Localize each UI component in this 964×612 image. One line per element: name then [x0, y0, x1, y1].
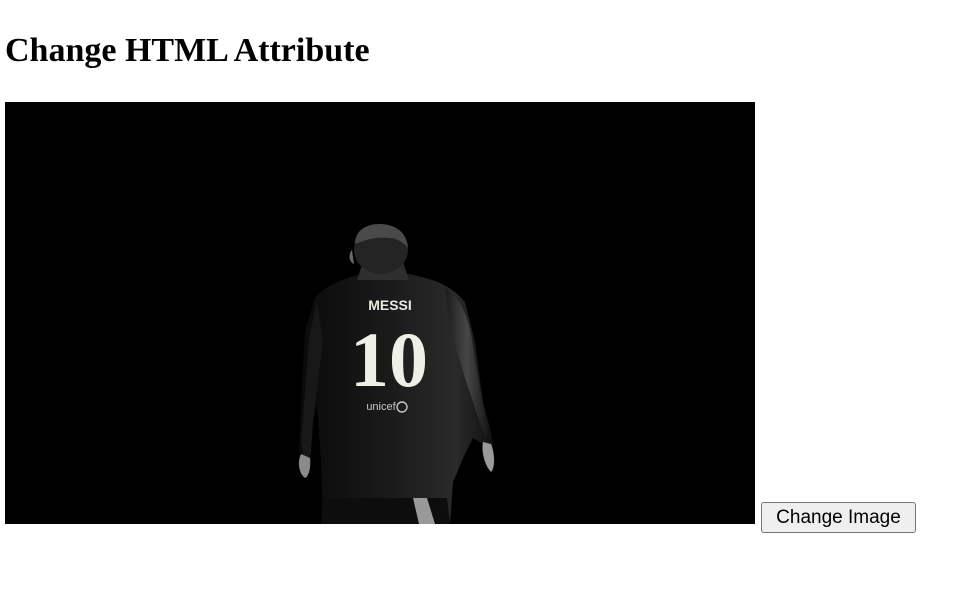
jersey-number: 10: [350, 316, 428, 403]
page: Change HTML Attribute MESSI 10 unicef Ch…: [0, 0, 964, 612]
player-image: MESSI 10 unicef: [5, 102, 755, 524]
jersey-sponsor: unicef: [366, 401, 396, 413]
jersey-name: MESSI: [368, 297, 412, 313]
player-photo-graphic: MESSI 10 unicef: [5, 102, 755, 524]
change-image-button[interactable]: Change Image: [761, 502, 916, 533]
page-title: Change HTML Attribute: [5, 32, 370, 69]
